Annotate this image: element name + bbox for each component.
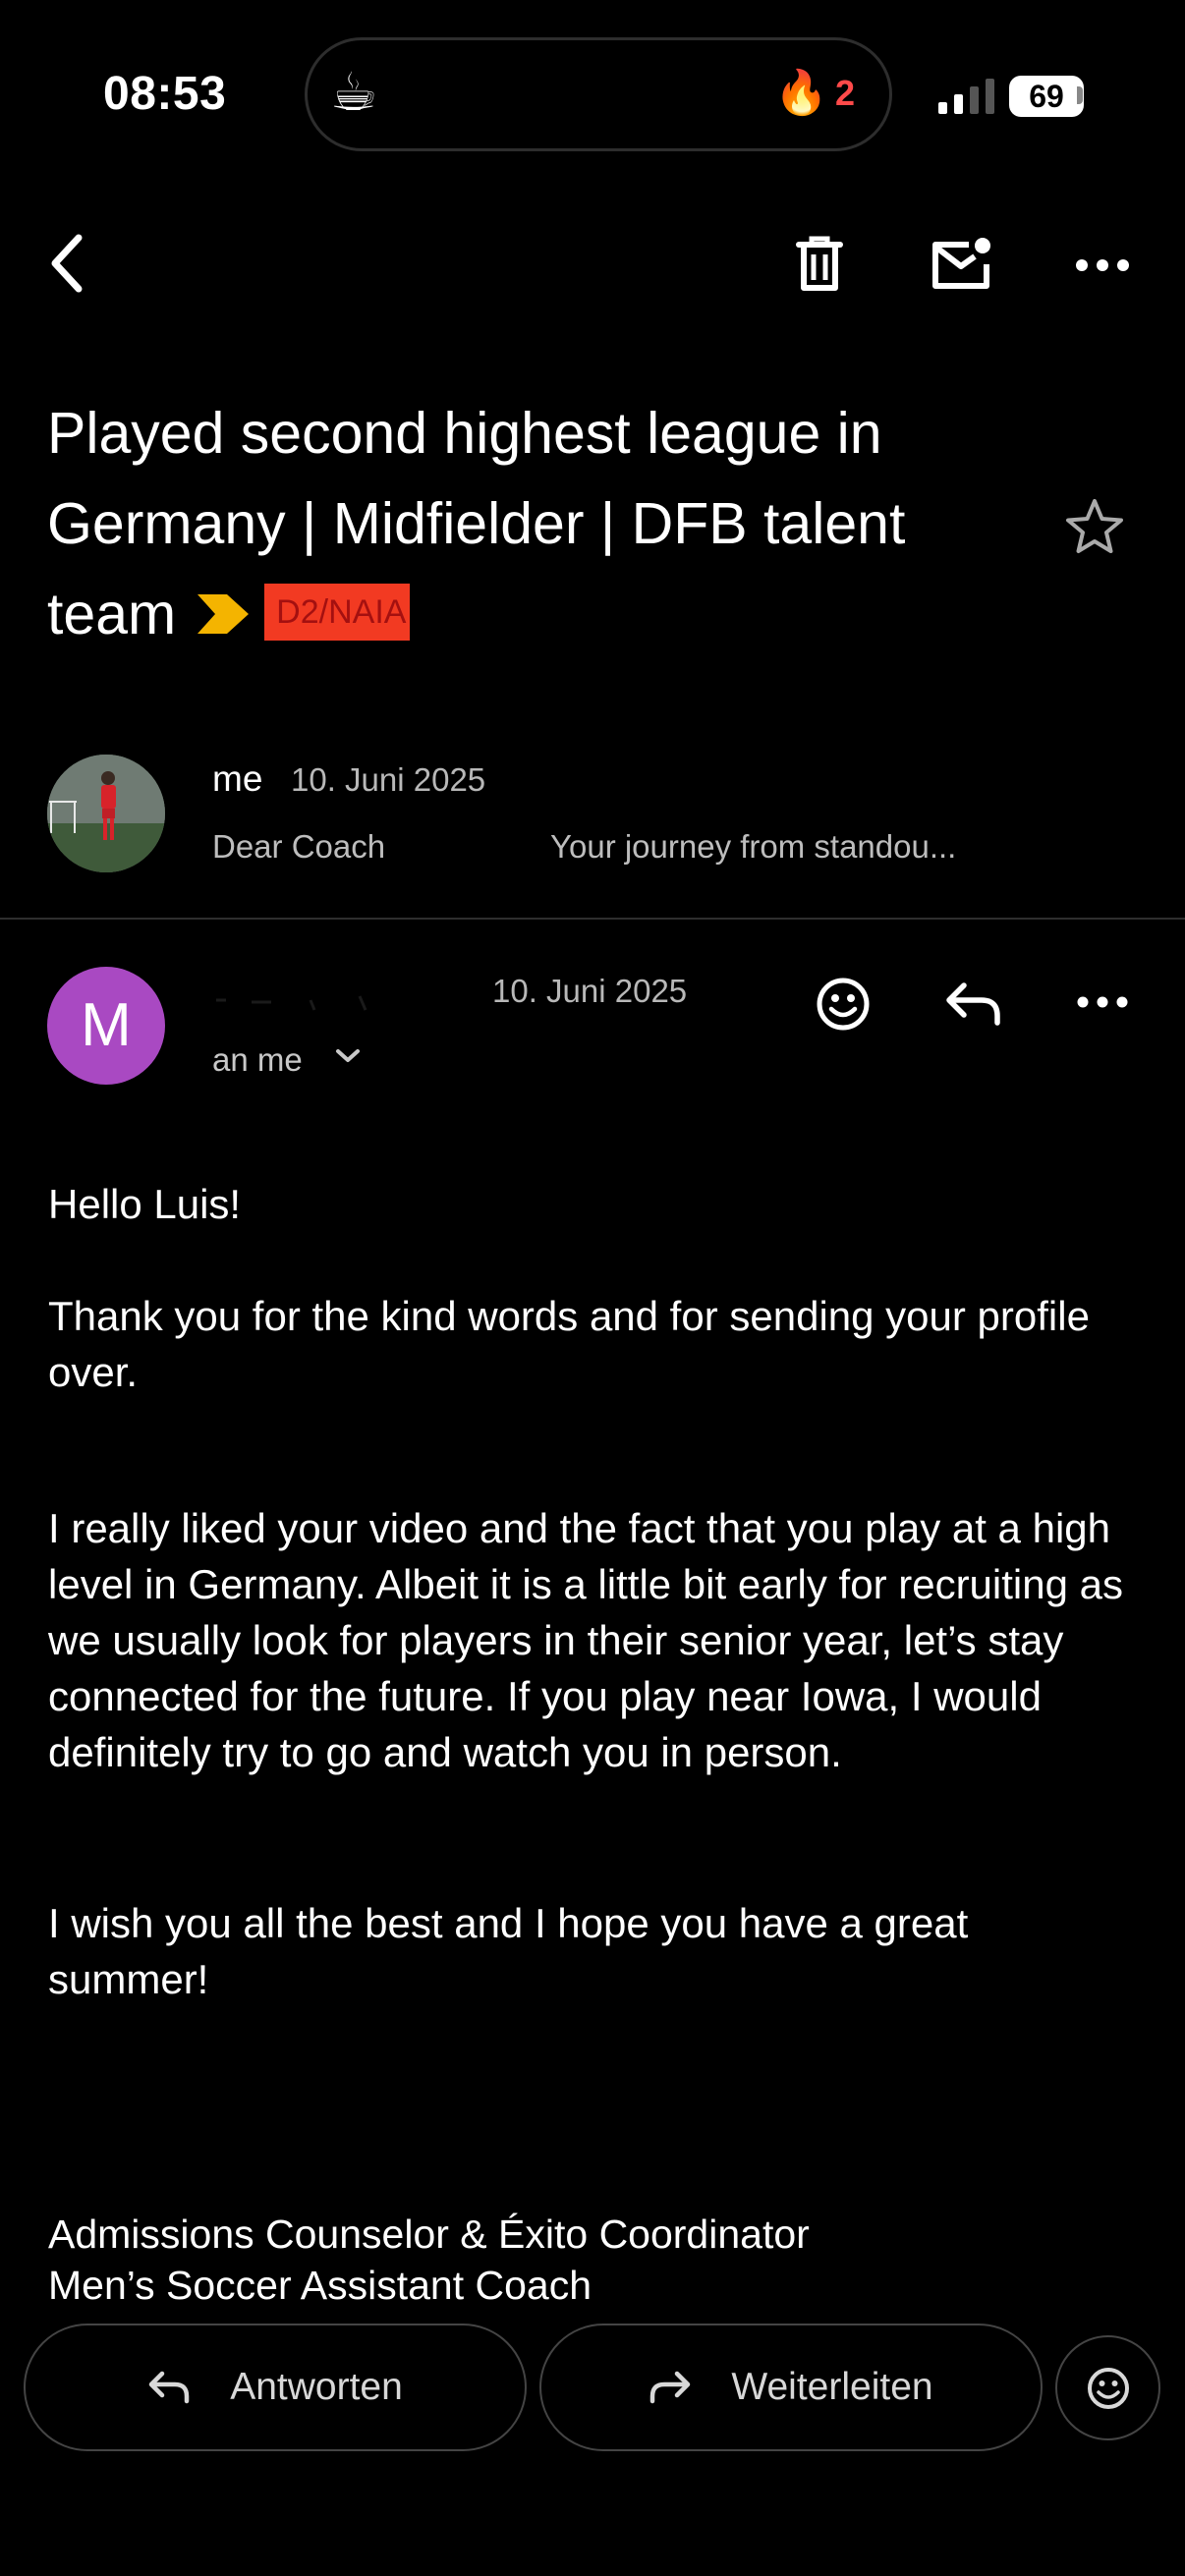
sender-avatar[interactable]: M <box>47 967 165 1085</box>
body-greeting: Hello Luis! <box>48 1181 242 1227</box>
forward-arrow-icon <box>650 2371 691 2404</box>
collapsed-snippet-2[interactable]: Your journey from standou... <box>550 828 956 866</box>
status-time: 08:53 <box>103 68 227 120</box>
body-paragraph-3: I wish you all the best and I hope you h… <box>48 1900 969 2002</box>
reply-button[interactable]: Antworten <box>24 2324 527 2451</box>
trash-icon[interactable] <box>786 228 853 299</box>
avatar[interactable] <box>47 755 165 872</box>
collapsed-sender: me <box>212 758 263 799</box>
emoji-reaction-icon[interactable] <box>810 971 876 1037</box>
emoji-react-button[interactable] <box>1055 2335 1160 2440</box>
star-icon[interactable] <box>1064 497 1125 561</box>
reply-arrow-icon <box>148 2371 190 2404</box>
signature-line-1: Admissions Counselor & Éxito Coordinator <box>48 2212 810 2257</box>
signal-icon <box>938 79 994 114</box>
message-divider <box>0 918 1185 920</box>
reply-button-label: Antworten <box>230 2366 403 2408</box>
email-subject: Played second highest league in Germany … <box>47 388 1010 663</box>
body-paragraph-2: I really liked your video and the fact t… <box>48 1505 1123 1775</box>
label-tag[interactable]: D2/NAIA <box>264 584 411 642</box>
streak-count: 2 <box>835 73 856 113</box>
mail-unread-icon[interactable] <box>926 228 996 299</box>
recipient-line[interactable]: an me <box>212 1041 303 1079</box>
message-more-icon[interactable] <box>1071 982 1134 1022</box>
subject-text: Played second highest league in Germany … <box>47 401 906 646</box>
more-horizontal-icon[interactable] <box>1071 236 1134 295</box>
reply-icon[interactable] <box>939 971 1008 1037</box>
battery-indicator: 69 <box>1009 76 1084 117</box>
signature-line-2: Men’s Soccer Assistant Coach <box>48 2263 592 2308</box>
smiley-icon <box>1087 2367 1129 2409</box>
forward-button-label: Weiterleiten <box>731 2366 933 2408</box>
chevron-down-icon[interactable] <box>334 1047 362 1065</box>
redacted-sender-name <box>216 995 367 1011</box>
battery-tip <box>1077 86 1083 104</box>
collapsed-date: 10. Juni 2025 <box>291 761 486 798</box>
back-arrow-icon[interactable] <box>35 228 98 299</box>
important-marker-icon[interactable] <box>198 569 250 659</box>
flame-icon: 🔥 <box>774 69 828 117</box>
forward-button[interactable]: Weiterleiten <box>539 2324 1043 2451</box>
message-date: 10. Juni 2025 <box>492 973 688 1009</box>
collapsed-snippet-1[interactable]: Dear Coach <box>212 828 385 866</box>
coffee-icon: ☕ <box>330 63 378 122</box>
body-paragraph-1: Thank you for the kind words and for sen… <box>48 1293 1090 1395</box>
